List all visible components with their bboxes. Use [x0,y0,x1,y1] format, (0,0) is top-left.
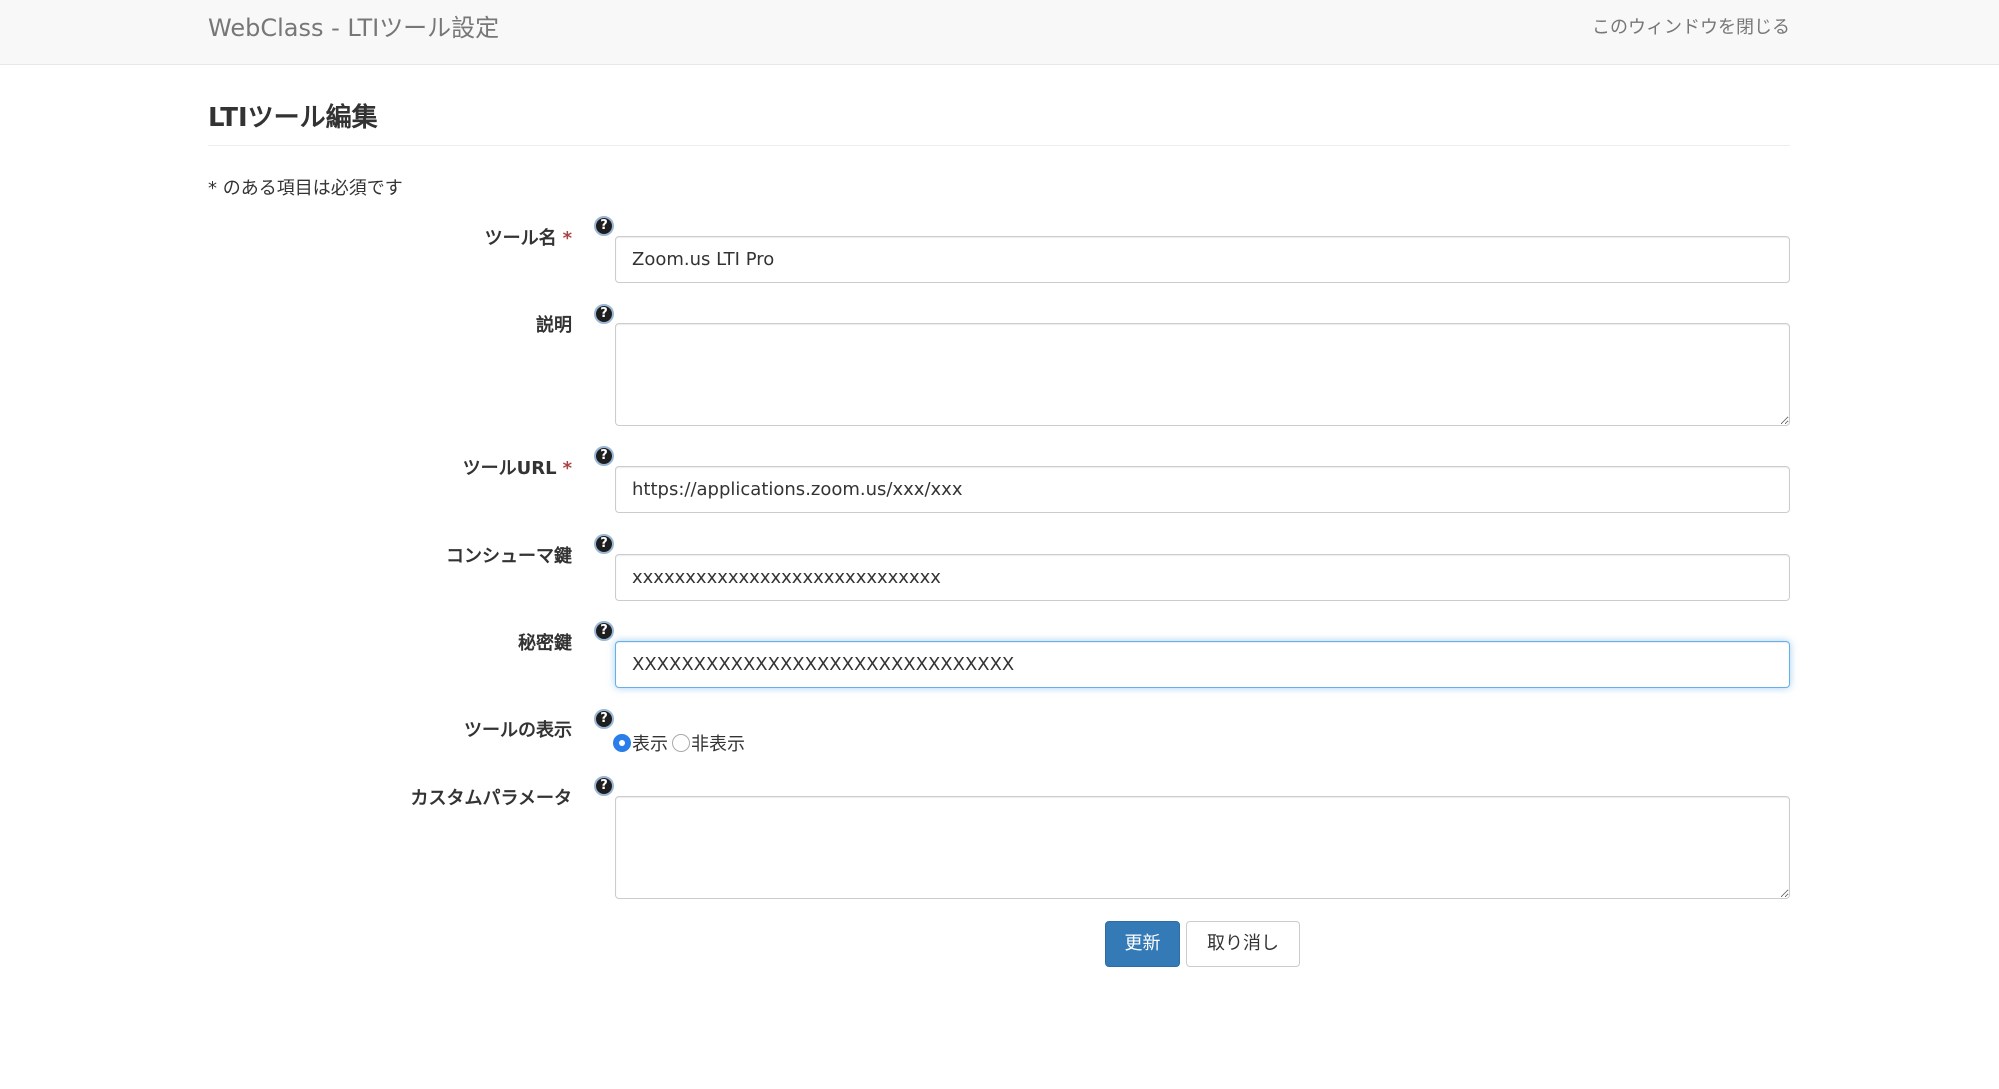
consumer-key-input[interactable] [615,554,1790,601]
custom-params-label: カスタムパラメータ [410,788,572,809]
help-icon[interactable]: ? [594,446,614,466]
tool-url-label: ツールURL * [463,457,572,481]
update-button[interactable]: 更新 [1105,921,1180,967]
required-star: * [562,458,572,479]
display-show-radio[interactable] [613,734,631,752]
app-title: WebClass - LTIツール設定 [208,14,500,42]
required-star: * [562,228,572,249]
cancel-button[interactable]: 取り消し [1186,921,1300,967]
top-navbar: WebClass - LTIツール設定 このウィンドウを閉じる [0,0,1999,65]
page-title: LTIツール編集 [208,103,378,133]
help-icon[interactable]: ? [594,709,614,729]
tool-url-input[interactable] [615,466,1790,513]
secret-key-input[interactable] [615,641,1790,688]
help-icon[interactable]: ? [594,216,614,236]
description-label: 説明 [536,315,572,336]
description-textarea[interactable] [615,323,1790,426]
tool-name-input[interactable] [615,236,1790,283]
display-hide-radio[interactable] [672,734,690,752]
help-icon[interactable]: ? [594,776,614,796]
tool-name-label: ツール名 * [485,227,572,251]
display-label: ツールの表示 [464,720,572,741]
tool-url-label-text: ツールURL [462,458,557,479]
consumer-key-label: コンシューマ鍵 [446,546,572,567]
help-icon[interactable]: ? [594,621,614,641]
display-radio-group: 表示 非表示 [613,731,749,755]
help-icon[interactable]: ? [594,534,614,554]
tool-name-label-text: ツール名 [484,228,557,249]
help-icon[interactable]: ? [594,304,614,324]
custom-params-textarea[interactable] [615,796,1790,899]
required-note: * のある項目は必須です [208,178,403,199]
close-window-link[interactable]: このウィンドウを閉じる [1592,16,1790,40]
title-divider [208,145,1790,146]
secret-key-label: 秘密鍵 [518,633,572,654]
display-hide-label[interactable]: 非表示 [691,730,745,756]
display-show-label[interactable]: 表示 [632,730,668,756]
